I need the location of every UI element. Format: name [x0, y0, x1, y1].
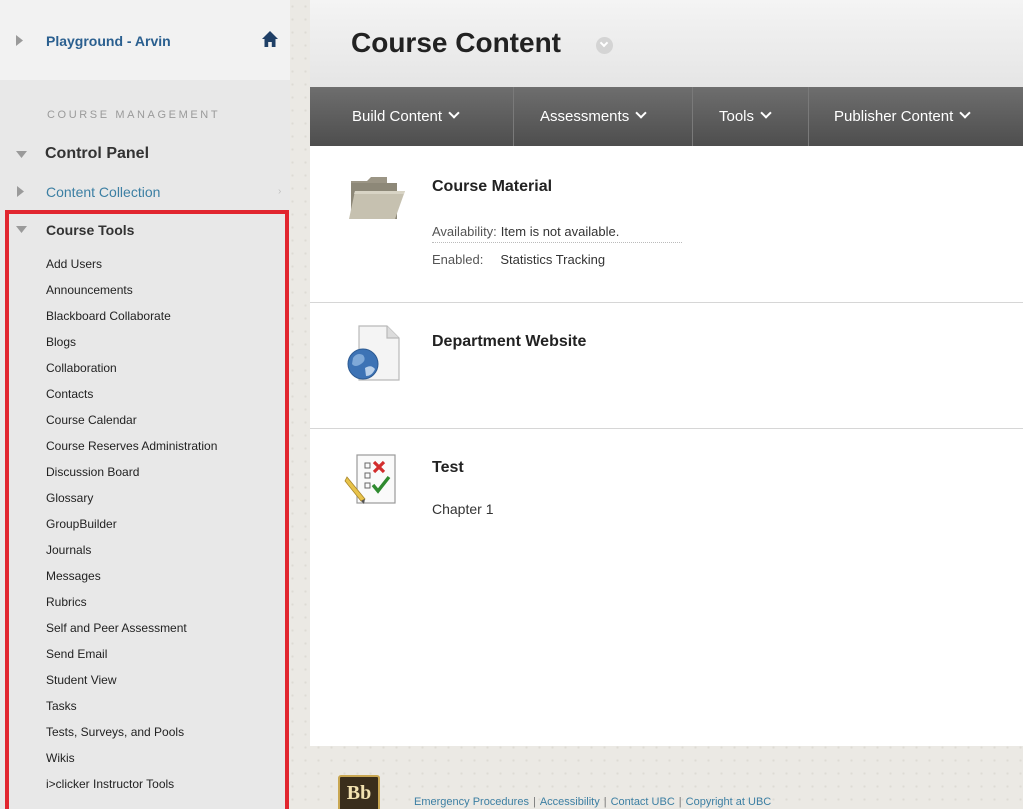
build-content-menu[interactable]: Build Content [352, 87, 460, 146]
publisher-content-menu[interactable]: Publisher Content [834, 87, 971, 146]
page-title: Course Content [351, 27, 561, 58]
content-collection-label: Content Collection [46, 184, 161, 200]
course-menu-sidebar: Playground - Arvin COURSE MANAGEMENT Con… [0, 0, 290, 809]
tools-menu[interactable]: Tools [719, 87, 772, 146]
enabled-label: Enabled: [432, 252, 484, 267]
course-header: Playground - Arvin [0, 0, 290, 80]
tool-link[interactable]: GroupBuilder [46, 516, 217, 542]
footer-link[interactable]: Copyright at UBC [686, 796, 772, 808]
blackboard-logo: Bb [338, 775, 380, 809]
test-icon [344, 454, 396, 504]
item-title[interactable]: Course Material [432, 178, 552, 196]
tool-link[interactable]: Announcements [46, 282, 217, 308]
tool-link[interactable]: Student View [46, 672, 217, 698]
course-tools-toggle[interactable]: Course Tools [0, 221, 290, 241]
tool-link[interactable]: Course Calendar [46, 412, 217, 438]
build-content-label: Build Content [352, 108, 443, 125]
expand-arrow-icon[interactable] [16, 35, 23, 46]
assessments-label: Assessments [540, 108, 630, 125]
item-description: Chapter 1 [432, 501, 494, 517]
course-management-heading: COURSE MANAGEMENT [47, 109, 221, 121]
tool-link[interactable]: Add Users [46, 256, 217, 282]
footer-links: Emergency Procedures | Accessibility | Conta… [414, 796, 772, 808]
tool-link[interactable]: Self and Peer Assessment [46, 620, 217, 646]
tools-label: Tools [719, 108, 755, 125]
chevron-right-icon: › [278, 186, 282, 197]
content-collection-item[interactable]: Content Collection › [0, 183, 290, 205]
control-panel-label: Control Panel [45, 145, 150, 162]
control-panel-toggle[interactable]: Control Panel [0, 144, 290, 166]
collapse-arrow-icon [16, 226, 27, 233]
tool-link[interactable]: Messages [46, 568, 217, 594]
availability-label: Availability: [432, 224, 497, 239]
menu-divider [692, 87, 693, 146]
tool-link[interactable]: Glossary [46, 490, 217, 516]
page-header: Course Content [310, 0, 1023, 87]
tool-link[interactable]: Rubrics [46, 594, 217, 620]
content-area: Course Content Build Content Assessments… [310, 0, 1023, 746]
tool-link[interactable]: Discussion Board [46, 464, 217, 490]
folder-icon [349, 177, 405, 219]
footer-link[interactable]: Contact UBC [611, 796, 675, 808]
chevron-down-icon[interactable] [596, 37, 613, 54]
action-bar: Build Content Assessments Tools Publishe… [310, 87, 1023, 146]
expand-arrow-icon [17, 186, 24, 197]
content-item-course-material: Course Material Availability: Item is not… [310, 146, 1023, 303]
tool-link[interactable]: Send Email [46, 646, 217, 672]
content-item-department-website: Department Website [310, 303, 1023, 429]
chevron-down-icon [760, 107, 772, 119]
publisher-content-label: Publisher Content [834, 108, 954, 125]
course-tools-label: Course Tools [46, 222, 135, 238]
tool-link[interactable]: Course Reserves Administration [46, 438, 217, 464]
content-item-test: Test Chapter 1 [310, 429, 1023, 746]
tool-link[interactable]: Tests, Surveys, and Pools [46, 724, 217, 750]
chevron-down-icon [635, 107, 647, 119]
item-title[interactable]: Test [432, 459, 464, 477]
web-link-icon [347, 325, 400, 381]
footer-link[interactable]: Emergency Procedures [414, 796, 529, 808]
menu-divider [808, 87, 809, 146]
availability-value: Item is not available. [500, 224, 620, 239]
tool-link[interactable]: Journals [46, 542, 217, 568]
assessments-menu[interactable]: Assessments [540, 87, 647, 146]
tool-link[interactable]: Wikis [46, 750, 217, 776]
availability-detail: Availability: Item is not available. [432, 224, 682, 243]
tool-link[interactable]: Contacts [46, 386, 217, 412]
enabled-value: Statistics Tracking [500, 252, 606, 267]
tool-link[interactable]: i>clicker Instructor Tools [46, 776, 217, 802]
tool-link[interactable]: Blogs [46, 334, 217, 360]
menu-divider [513, 87, 514, 146]
tool-link[interactable]: Collaboration [46, 360, 217, 386]
course-tools-list: Add Users Announcements Blackboard Colla… [46, 256, 217, 802]
enabled-detail: Enabled: Statistics Tracking [432, 252, 605, 267]
footer-link[interactable]: Accessibility [540, 796, 600, 808]
item-title[interactable]: Department Website [432, 333, 586, 351]
home-icon[interactable] [262, 31, 278, 47]
tool-link[interactable]: Blackboard Collaborate [46, 308, 217, 334]
chevron-down-icon [959, 107, 971, 119]
tool-link[interactable]: Tasks [46, 698, 217, 724]
chevron-down-icon [448, 107, 460, 119]
collapse-arrow-icon [16, 151, 27, 158]
course-name-link[interactable]: Playground - Arvin [46, 33, 171, 49]
